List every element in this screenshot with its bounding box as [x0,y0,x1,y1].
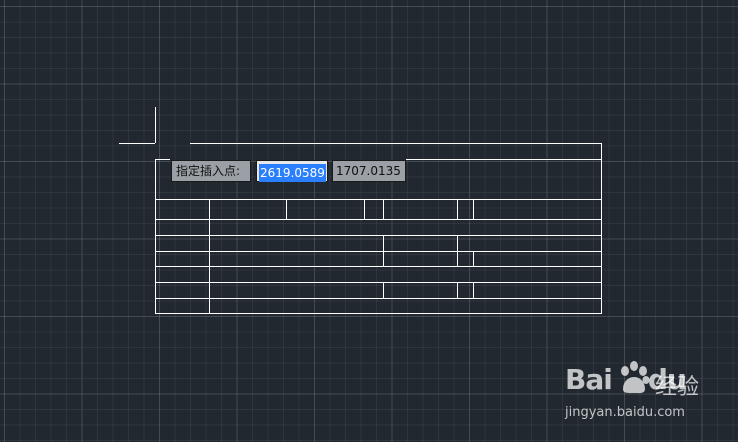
watermark-word: 经验 [655,375,700,400]
x-coordinate-value: 2619.0589 [259,164,326,182]
insert-point-prompt-label: 指定插入点: [171,160,251,182]
y-coordinate-input[interactable]: 1707.0135 [332,160,406,182]
x-coordinate-input[interactable]: 2619.0589 [256,160,328,182]
watermark-logo-left: Bai [565,363,613,396]
baidu-jingyan-watermark: Bai du 经验 jingyan.baidu.com [565,361,715,433]
crosshair-cursor-icon [119,107,156,144]
watermark-url: jingyan.baidu.com [565,405,685,420]
baidu-paw-icon [621,361,650,394]
cad-drawing-canvas[interactable]: 指定插入点: 2619.0589 1707.0135 Bai du 经验 jing… [0,0,738,442]
table-column-lines [209,199,474,314]
table-row-lines [155,199,602,299]
